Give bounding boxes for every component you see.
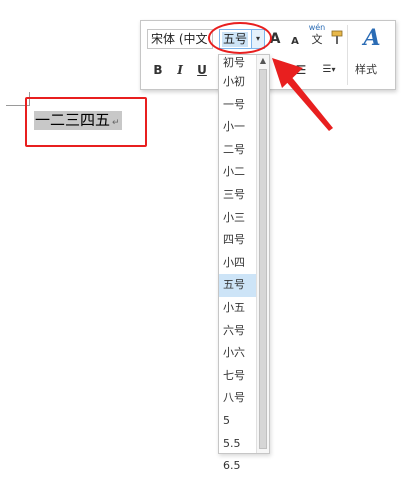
shrink-font-button[interactable]: A [289, 33, 301, 51]
font-size-option[interactable]: 6.5 [219, 455, 257, 478]
font-size-option[interactable]: 小四 [219, 252, 257, 275]
font-size-option[interactable]: 小一 [219, 116, 257, 139]
font-size-option[interactable]: 5.5 [219, 433, 257, 456]
bullets-icon[interactable]: ☰ [293, 61, 309, 79]
annotation-text-highlight-box [25, 97, 147, 147]
italic-button[interactable]: I [173, 61, 187, 79]
font-size-option[interactable]: 小二 [219, 161, 257, 184]
styles-icon[interactable]: A [357, 25, 387, 51]
font-size-option[interactable]: 初号 [219, 55, 257, 71]
font-size-option[interactable]: 小初 [219, 71, 257, 94]
phonetic-guide-button[interactable]: wén 文 [307, 23, 327, 51]
scroll-up-arrow-icon[interactable]: ▲ [257, 55, 269, 67]
font-size-option[interactable]: 小五 [219, 297, 257, 320]
numbering-chevron-down-icon: ▾ [331, 65, 336, 74]
font-size-option[interactable]: 小三 [219, 207, 257, 230]
dropdown-scrollbar[interactable]: ▲ [256, 55, 269, 453]
bold-button[interactable]: B [151, 61, 165, 79]
font-size-dropdown-list: 初号 小初 一号 小一 二号 小二 三号 小三 四号 小四 五号 小五 六号 小六 七号 八号 5 5.5 6.5 … [218, 54, 270, 472]
font-size-option[interactable]: 二号 [219, 139, 257, 162]
phonetic-guide-char: 文 [311, 33, 323, 46]
annotation-font-size-circle [208, 22, 272, 54]
phonetic-guide-pinyin: wén [308, 23, 326, 32]
font-size-option[interactable]: 八号 [219, 387, 257, 410]
font-size-option[interactable]: 七号 [219, 365, 257, 388]
font-size-option[interactable]: 三号 [219, 184, 257, 207]
font-size-option[interactable]: 5 [219, 410, 257, 433]
styles-label[interactable]: 样式 [355, 61, 377, 77]
numbering-icon[interactable]: ☰▾ [317, 61, 341, 79]
underline-button[interactable]: U [195, 61, 209, 79]
paintbrush-icon[interactable] [329, 29, 345, 47]
font-size-option[interactable]: 小六 [219, 342, 257, 365]
scrollbar-thumb[interactable] [259, 69, 267, 449]
font-size-option[interactable]: 一号 [219, 94, 257, 117]
font-name-combo[interactable]: 宋体 (中文 [147, 29, 213, 49]
font-size-option[interactable]: 四号 [219, 229, 257, 252]
toolbar-divider [347, 25, 348, 85]
font-size-option[interactable]: 五号 [219, 274, 257, 297]
font-size-options: 初号 小初 一号 小一 二号 小二 三号 小三 四号 小四 五号 小五 六号 小六 七号 八号 5 5.5 6.5 [219, 55, 257, 478]
font-size-option[interactable]: 六号 [219, 320, 257, 343]
